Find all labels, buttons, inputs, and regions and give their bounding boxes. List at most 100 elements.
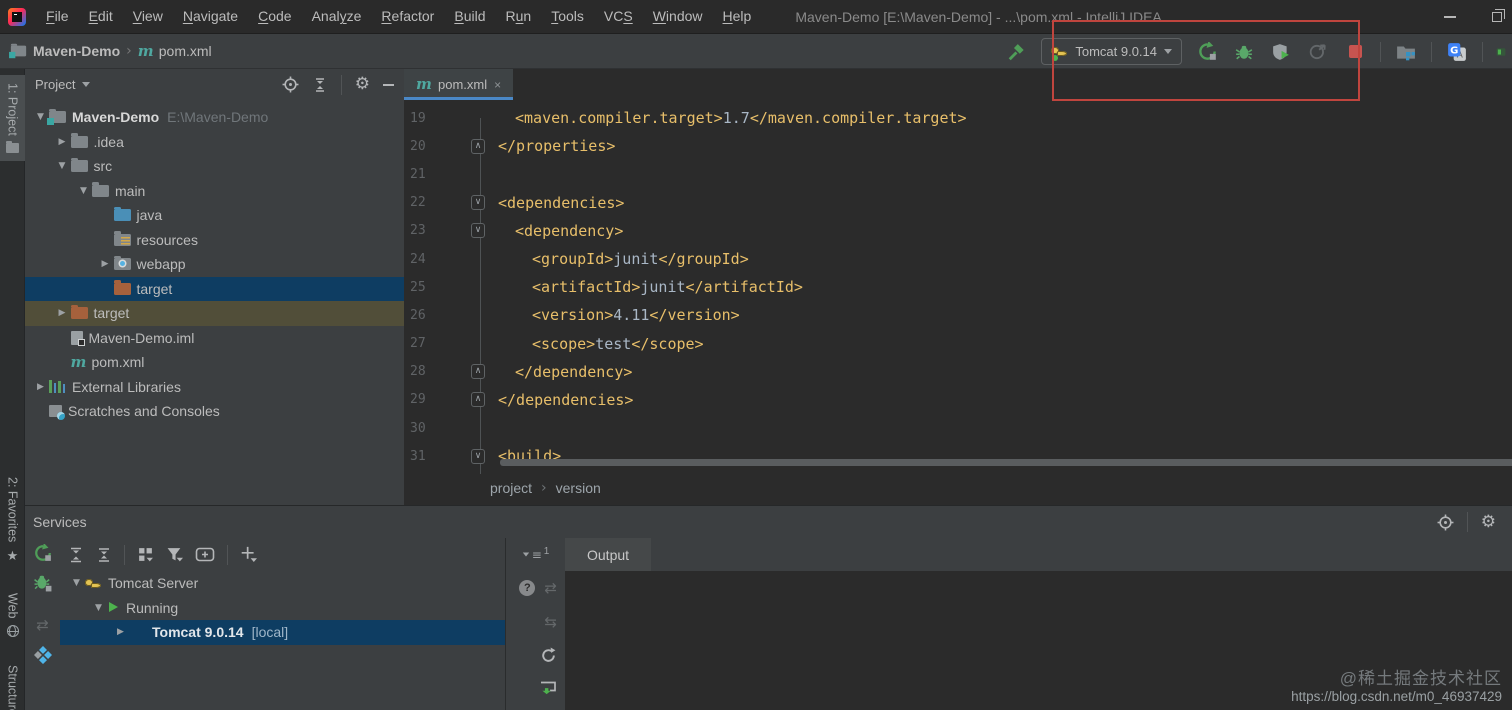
collapse-all-icon[interactable]	[96, 547, 112, 563]
minimize-button[interactable]	[1444, 16, 1456, 18]
filter-icon[interactable]	[166, 546, 183, 563]
breadcrumb-item[interactable]: version	[556, 480, 601, 496]
panel-title[interactable]: Services	[33, 514, 87, 530]
toolbar-separator	[1431, 41, 1432, 62]
rerun-button[interactable]	[34, 544, 52, 562]
tree-item-target[interactable]: target	[25, 276, 404, 301]
build-hammer-icon[interactable]	[1004, 40, 1028, 64]
menu-window[interactable]: Window	[643, 0, 713, 33]
chevron-right-icon[interactable]: ▶	[112, 627, 129, 637]
debug-button[interactable]	[33, 574, 52, 592]
fold-marker-end[interactable]: ∧	[466, 364, 490, 380]
locate-icon[interactable]	[1437, 514, 1454, 531]
collapse-all-icon[interactable]	[312, 77, 328, 93]
chevron-down-icon[interactable]: ▼	[90, 603, 107, 613]
chevron-down-icon[interactable]: ▼	[68, 578, 85, 588]
tree-item-tomcat-9.0.14[interactable]: ▶ Tomcat 9.0.14 [local]	[60, 620, 505, 645]
chevron-right-icon[interactable]: ▶	[32, 382, 49, 392]
tree-item-src[interactable]: ▼ src	[25, 154, 404, 179]
stop-button[interactable]	[1343, 40, 1367, 64]
menu-vcs[interactable]: VCS	[594, 0, 643, 33]
menu-build[interactable]: Build	[444, 0, 495, 33]
menu-run[interactable]: Run	[496, 0, 542, 33]
chevron-right-icon[interactable]: ▶	[54, 137, 71, 147]
rerun-button[interactable]	[1195, 40, 1219, 64]
expand-all-icon[interactable]	[68, 547, 84, 563]
fold-marker-end[interactable]: ∧	[466, 138, 490, 154]
breadcrumb-separator: ›	[126, 43, 132, 59]
tree-item-resources[interactable]: resources	[25, 228, 404, 253]
tree-item-target[interactable]: ▶ target	[25, 301, 404, 326]
stripe-button-project[interactable]: 1: Project	[0, 75, 25, 161]
translate-icon[interactable]: A G	[1445, 40, 1469, 64]
menu-refactor[interactable]: Refactor	[371, 0, 444, 33]
view-mode-selector[interactable]: ≡ 1	[506, 538, 565, 571]
menu-help[interactable]: Help	[713, 0, 762, 33]
code-line-30: 30	[404, 414, 1512, 442]
close-icon[interactable]: ×	[494, 78, 501, 92]
maven-file-icon: m	[137, 41, 154, 60]
menu-bar: File Edit View Navigate Code Analyze Refactor B…	[36, 0, 761, 33]
chevron-down-icon[interactable]	[82, 82, 91, 87]
scroll-to-end-icon[interactable]	[539, 680, 557, 697]
tree-item-java[interactable]: java	[25, 203, 404, 228]
restore-button[interactable]	[1492, 9, 1505, 22]
stripe-button-structure[interactable]: Structure	[0, 657, 25, 710]
debug-button[interactable]	[1232, 40, 1256, 64]
group-by-icon[interactable]	[137, 546, 154, 563]
breadcrumb-item[interactable]: project	[490, 480, 532, 496]
tree-item-webapp[interactable]: ▶ webapp	[25, 252, 404, 277]
breadcrumb-project[interactable]: Maven-Demo	[33, 43, 120, 59]
add-service-icon[interactable]	[240, 546, 257, 563]
chevron-right-icon[interactable]: ▶	[54, 308, 71, 318]
tab-output[interactable]: Output	[565, 538, 652, 571]
tree-item-external-libraries[interactable]: ▶ External Libraries	[25, 375, 404, 400]
tab-pom-xml[interactable]: m pom.xml ×	[404, 69, 514, 100]
refresh-icon[interactable]	[540, 647, 557, 664]
line-number: 26	[410, 307, 426, 323]
project-structure-icon[interactable]	[1394, 40, 1418, 64]
chevron-down-icon[interactable]: ▼	[75, 186, 92, 196]
fold-marker-end[interactable]: ∧	[466, 392, 490, 408]
menu-edit[interactable]: Edit	[79, 0, 123, 33]
tab-label: pom.xml	[438, 77, 488, 92]
tree-item-scratches-and-consoles[interactable]: Scratches and Consoles	[25, 399, 404, 424]
menu-navigate[interactable]: Navigate	[173, 0, 248, 33]
chevron-down-icon[interactable]: ▼	[54, 161, 71, 171]
tree-item-main[interactable]: ▼ main	[25, 179, 404, 204]
code-line-26: 26 <version>4.11</version>	[404, 301, 1512, 329]
tree-item-maven-demo[interactable]: ▼ Maven-Demo E:\Maven-Demo	[25, 105, 404, 130]
code-text: <version>4.11</version>	[532, 306, 740, 325]
tree-item-pom.xml[interactable]: m pom.xml	[25, 350, 404, 375]
run-config-selector[interactable]: Tomcat 9.0.14	[1041, 38, 1182, 65]
tree-item-.idea[interactable]: ▶ .idea	[25, 130, 404, 155]
menu-file[interactable]: File	[36, 0, 79, 33]
tree-item-tomcat-server[interactable]: ▼ Tomcat Server	[60, 571, 505, 596]
tree-item-label: target	[136, 280, 173, 297]
code-editor[interactable]: 19 <maven.compiler.target>1.7</maven.comp…	[404, 104, 1512, 474]
settings-gear-icon[interactable]: ⚙	[1481, 513, 1496, 531]
panel-title[interactable]: Project	[35, 77, 75, 92]
services-view-icon[interactable]	[33, 646, 52, 664]
menu-tools[interactable]: Tools	[541, 0, 594, 33]
menu-view[interactable]: View	[123, 0, 173, 33]
hide-panel-icon[interactable]	[383, 83, 394, 86]
menu-analyze[interactable]: Analyze	[302, 0, 372, 33]
stripe-button-favorites[interactable]: 2: Favorites ★	[0, 469, 25, 572]
breadcrumb-file[interactable]: pom.xml	[159, 43, 212, 59]
settings-gear-icon[interactable]: ⚙	[355, 76, 370, 93]
fold-marker-start[interactable]: ∨	[466, 223, 490, 239]
tree-item-running[interactable]: ▼ Running	[60, 596, 505, 621]
locate-icon[interactable]	[282, 76, 299, 93]
chevron-right-icon[interactable]: ▶	[97, 259, 114, 269]
run-with-coverage-button[interactable]	[1269, 40, 1293, 64]
help-icon[interactable]: ?	[519, 580, 536, 596]
tree-item-maven-demo.iml[interactable]: Maven-Demo.iml	[25, 326, 404, 351]
tree-item-label: Tomcat Server	[108, 575, 199, 592]
fold-marker-start[interactable]: ∨	[466, 195, 490, 211]
fold-marker-start[interactable]: ∨	[466, 448, 490, 464]
open-in-new-tab-icon[interactable]	[195, 546, 215, 563]
menu-code[interactable]: Code	[248, 0, 301, 33]
horizontal-scrollbar[interactable]	[500, 459, 1512, 466]
stripe-button-web[interactable]: Web	[0, 585, 25, 645]
